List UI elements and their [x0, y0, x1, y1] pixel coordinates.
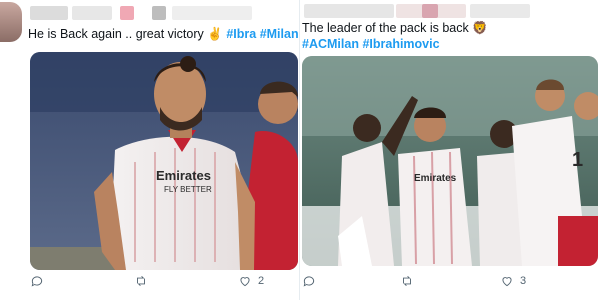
retweet-button[interactable]: [134, 274, 154, 288]
reply-button[interactable]: [302, 274, 322, 288]
handle-blurred: [120, 6, 134, 20]
retweet-icon: [137, 276, 145, 286]
username-blurred[interactable]: [304, 4, 394, 18]
reply-icon: [303, 276, 315, 287]
tweet-text-body: The leader of the pack is back: [302, 21, 473, 35]
heart-icon: [240, 277, 250, 287]
jersey-sponsor: Emirates: [414, 173, 457, 184]
lion-emoji: 🦁: [472, 21, 488, 35]
tweet-card-left[interactable]: He is Back again .. great victory ✌ #Ibr…: [0, 0, 300, 300]
tweet-header: [0, 0, 299, 42]
tweet-photo[interactable]: Emirates 1: [302, 56, 598, 266]
hashtag-link[interactable]: #Ibra: [226, 27, 256, 41]
photo-milan-celebration: Emirates 1: [302, 56, 598, 266]
hashtag-link[interactable]: #ACMilan: [302, 37, 359, 51]
like-count: 3: [520, 275, 527, 287]
heart-icon: [502, 277, 512, 287]
hashtag-link[interactable]: #Ibrahimovic: [362, 37, 439, 51]
like-button[interactable]: 3: [500, 274, 526, 288]
retweet-icon: [403, 276, 411, 286]
timestamp-blurred: [470, 4, 530, 18]
handle-blurred: [422, 4, 438, 18]
tweet-text: The leader of the pack is back 🦁 #ACMila…: [302, 20, 598, 52]
tweet-text: He is Back again .. great victory ✌ #Ibr…: [28, 26, 299, 42]
tweet-photo[interactable]: Emirates FLY BETTER: [30, 52, 298, 270]
username-blurred[interactable]: [30, 6, 68, 20]
handle-blurred: [152, 6, 166, 20]
victory-hand-emoji: ✌: [207, 27, 223, 41]
reply-button[interactable]: [30, 274, 50, 288]
tweet-actions: 3: [300, 274, 600, 294]
jersey-sponsor: Emirates: [156, 168, 211, 183]
tweet-text-body: He is Back again .. great victory: [28, 27, 208, 41]
like-count: 2: [258, 275, 265, 287]
photo-ibrahimovic-vs-opponent: Emirates FLY BETTER: [30, 52, 298, 270]
jersey-sponsor-sub: FLY BETTER: [164, 185, 212, 194]
like-button[interactable]: 2: [238, 274, 264, 288]
tweet-card-right[interactable]: The leader of the pack is back 🦁 #ACMila…: [300, 0, 600, 300]
hashtag-link[interactable]: #Milan: [260, 27, 299, 41]
tweet-actions: 2: [0, 274, 299, 294]
retweet-button[interactable]: [400, 274, 420, 288]
username-blurred: [72, 6, 112, 20]
svg-text:1: 1: [572, 149, 583, 171]
timestamp-blurred: [172, 6, 252, 20]
avatar[interactable]: [0, 2, 22, 42]
reply-icon: [31, 276, 43, 287]
